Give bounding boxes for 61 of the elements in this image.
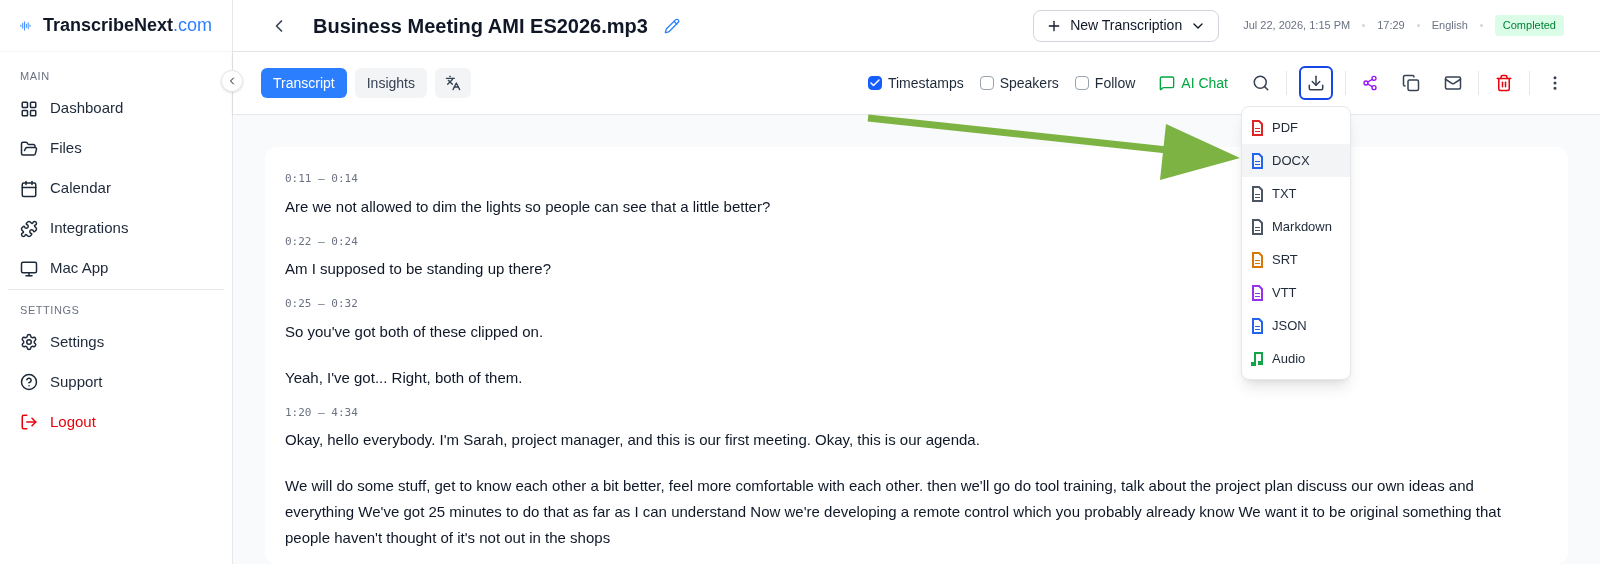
tab[interactable]: Transcript <box>261 68 347 98</box>
search-icon[interactable] <box>1252 74 1270 92</box>
logout-icon <box>20 413 38 431</box>
sidebar-item[interactable]: Integrations <box>0 208 232 249</box>
translate-icon <box>444 75 461 91</box>
export-option[interactable]: JSON <box>1242 309 1350 342</box>
folder-icon <box>20 139 38 158</box>
chat-icon <box>1159 75 1176 91</box>
edit-icon[interactable] <box>663 17 680 34</box>
sidebar-item[interactable]: Support <box>8 362 224 402</box>
check-icon <box>868 77 881 89</box>
puzzle-icon <box>20 219 38 238</box>
new-transcription-button[interactable]: New Transcription <box>1033 9 1220 42</box>
delete-icon[interactable] <box>1495 74 1513 92</box>
transcript-text: Yeah, I've got... Right, both of them. <box>285 367 524 388</box>
option-checkbox[interactable]: Speakers <box>979 72 1059 94</box>
tab[interactable]: Insights <box>354 68 427 98</box>
date-text: Jul 22, 2026, 1:15 PM <box>1243 18 1351 34</box>
dashboard-icon <box>20 99 38 118</box>
sidebar-item[interactable]: Calendar <box>0 168 232 209</box>
transcript-text: Am I supposed to be standing up there? <box>285 259 552 279</box>
sidebar-item[interactable]: Settings <box>8 322 224 362</box>
settings-icon <box>20 333 38 351</box>
language-text: English <box>1431 18 1468 34</box>
section-heading: SETTINGS <box>19 302 81 318</box>
timestamp: 1:20 – 4:34 <box>285 404 359 421</box>
timestamp: 0:11 – 0:14 <box>285 171 359 187</box>
brand-name: TranscribeNext.com <box>42 14 212 37</box>
copy-icon[interactable] <box>1402 74 1420 92</box>
monitor-icon <box>20 259 38 278</box>
sidebar-item[interactable]: Mac App <box>0 248 232 289</box>
help-icon <box>20 373 38 391</box>
sidebar-item[interactable]: Logout <box>8 402 224 442</box>
export-option[interactable]: Audio <box>1242 342 1350 375</box>
collapse-button[interactable] <box>221 70 243 92</box>
transcript-text: So you've got both of these clipped on. <box>285 321 545 342</box>
export-option[interactable]: TXT <box>1242 177 1350 210</box>
status-badge: Completed <box>1494 15 1564 36</box>
option-checkbox[interactable]: Timestamps <box>867 72 964 94</box>
transcript-text: Okay, hello everybody. I'm Sarah, project manager, and this is our first meeting. Okay, this is our agenda. <box>285 430 981 450</box>
export-option[interactable]: DOCX <box>1242 144 1350 177</box>
export-option[interactable]: Markdown <box>1242 210 1350 243</box>
timestamp: 0:25 – 0:32 <box>285 296 359 312</box>
sidebar-item[interactable]: Files <box>0 128 232 169</box>
mail-icon[interactable] <box>1444 74 1462 92</box>
export-option[interactable]: PDF <box>1242 111 1350 144</box>
share-icon[interactable] <box>1362 75 1378 91</box>
timestamp: 0:22 – 0:24 <box>285 233 359 250</box>
sidebar-item[interactable]: Dashboard <box>0 88 232 129</box>
export-option[interactable]: VTT <box>1242 276 1350 309</box>
transcript-text: We will do some stuff, get to know each other a bit better, feel more comfortable with each other. then we'll go do tool training, talk about the project plan discuss our own ideas and everything We've got 25 minutes to do that as far as I can understand Now we're developing a remote control which you probably already know We want it to be original something that people haven't thought of it's not out in the shops <box>285 476 1502 548</box>
transcript-text: Are we not allowed to dim the lights so people can see that a little better? <box>285 196 772 217</box>
option-checkbox[interactable]: Follow <box>1074 72 1136 94</box>
section-heading: MAIN <box>19 69 51 84</box>
duration-text: 17:29 <box>1377 18 1405 34</box>
download-icon <box>1307 74 1325 92</box>
file-title: Business Meeting AMI ES2026.mp3 <box>313 13 648 39</box>
calendar-icon <box>20 179 38 198</box>
export-option[interactable]: SRT <box>1242 243 1350 276</box>
translate-button[interactable] <box>434 68 471 98</box>
download-button[interactable] <box>1299 66 1333 100</box>
